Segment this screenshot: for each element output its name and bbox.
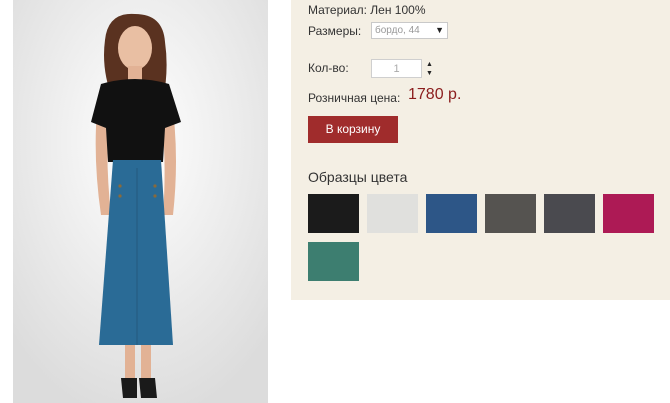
swatches-title: Образцы цвета	[308, 169, 408, 185]
quantity-input[interactable]: 1	[371, 59, 422, 78]
color-swatch[interactable]	[426, 194, 477, 233]
product-photo[interactable]	[13, 0, 268, 403]
increment-arrow-icon[interactable]: ▲	[426, 61, 433, 68]
quantity-label: Кол-во:	[308, 61, 349, 75]
color-swatch[interactable]	[308, 242, 359, 281]
model-image	[13, 0, 268, 403]
product-details-panel: Материал: Лен 100% Размеры: бордо, 44 ▼ …	[291, 0, 670, 300]
decrement-arrow-icon[interactable]: ▼	[426, 70, 433, 77]
price-value: 1780 р.	[408, 86, 462, 103]
price-label: Розничная цена:	[308, 91, 401, 105]
blank-area	[291, 300, 670, 403]
color-swatch[interactable]	[544, 194, 595, 233]
sizes-label: Размеры:	[308, 24, 362, 38]
color-swatch[interactable]	[485, 194, 536, 233]
add-to-cart-button[interactable]: В корзину	[308, 116, 398, 143]
material-text: Материал: Лен 100%	[308, 3, 426, 17]
color-swatch[interactable]	[308, 194, 359, 233]
color-swatch[interactable]	[603, 194, 654, 233]
size-select-value: бордо, 44	[375, 25, 420, 36]
size-select[interactable]: бордо, 44 ▼	[371, 22, 448, 39]
quantity-stepper[interactable]: ▲ ▼	[426, 60, 436, 78]
product-photo-frame	[13, 0, 268, 403]
color-swatch[interactable]	[367, 194, 418, 233]
dropdown-arrow-icon: ▼	[435, 25, 444, 35]
